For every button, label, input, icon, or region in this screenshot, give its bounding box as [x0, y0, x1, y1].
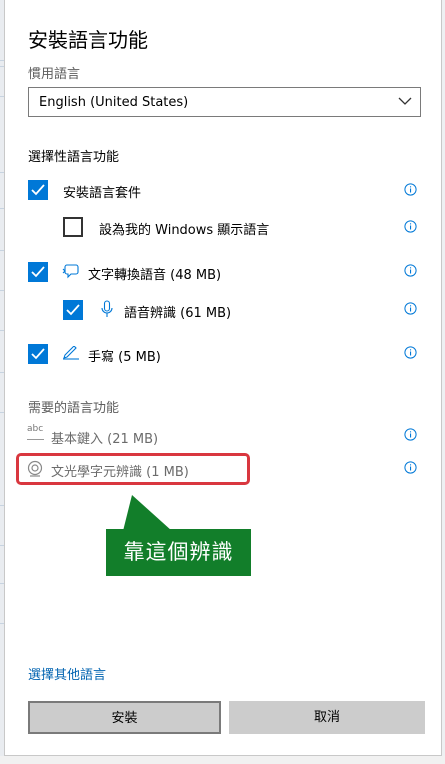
handwriting-label: 手寫 (5 MB)	[88, 350, 161, 365]
checkmark-icon	[31, 266, 45, 278]
info-icon[interactable]	[404, 461, 417, 474]
annotation-callout: 靠這個辨識	[106, 529, 251, 576]
info-icon[interactable]	[404, 220, 417, 233]
required-features-heading: 需要的語言功能	[28, 401, 120, 416]
info-icon[interactable]	[404, 346, 417, 359]
checkmark-icon	[31, 348, 45, 360]
language-dropdown[interactable]: English (United States)	[28, 87, 421, 117]
info-icon[interactable]	[404, 183, 417, 196]
screen: 安裝語言功能 慣用語言 English (United States) 選擇性語…	[0, 0, 445, 764]
text-to-speech-label: 文字轉換語音 (48 MB)	[88, 268, 222, 283]
language-dropdown-value: English (United States)	[39, 95, 189, 110]
info-icon[interactable]	[404, 264, 417, 277]
install-button[interactable]: 安裝	[28, 701, 221, 734]
choose-other-language-link[interactable]: 選擇其他語言	[28, 664, 106, 683]
pen-icon	[63, 346, 79, 360]
speech-recognition-label: 語音辨識 (61 MB)	[124, 306, 232, 321]
background-bottom-strip	[0, 756, 445, 764]
checkbox-language-pack[interactable]	[28, 180, 48, 200]
info-icon[interactable]	[404, 302, 417, 315]
info-icon[interactable]	[404, 428, 417, 441]
basic-typing-label: 基本鍵入 (21 MB)	[51, 432, 159, 447]
display-language-label: 設為我的 Windows 顯示語言	[99, 223, 270, 238]
checkmark-icon	[31, 184, 45, 196]
checkbox-speech-recognition[interactable]	[63, 300, 83, 320]
cancel-button[interactable]: 取消	[229, 701, 425, 734]
checkbox-text-to-speech[interactable]	[28, 262, 48, 282]
ocr-highlight-box	[16, 453, 250, 485]
annotation-text: 靠這個辨識	[123, 540, 234, 564]
abc-icon: abc	[27, 425, 44, 443]
checkmark-icon	[66, 304, 80, 316]
microphone-icon	[101, 300, 113, 317]
language-pack-label: 安裝語言套件	[63, 186, 142, 201]
checkbox-display-language[interactable]	[63, 217, 83, 237]
preferred-language-label: 慣用語言	[28, 67, 81, 82]
dialog-title: 安裝語言功能	[28, 28, 148, 52]
optional-features-heading: 選擇性語言功能	[28, 150, 120, 165]
checkbox-handwriting[interactable]	[28, 344, 48, 364]
speech-bubble-icon	[62, 264, 79, 279]
chevron-down-icon	[398, 97, 412, 105]
